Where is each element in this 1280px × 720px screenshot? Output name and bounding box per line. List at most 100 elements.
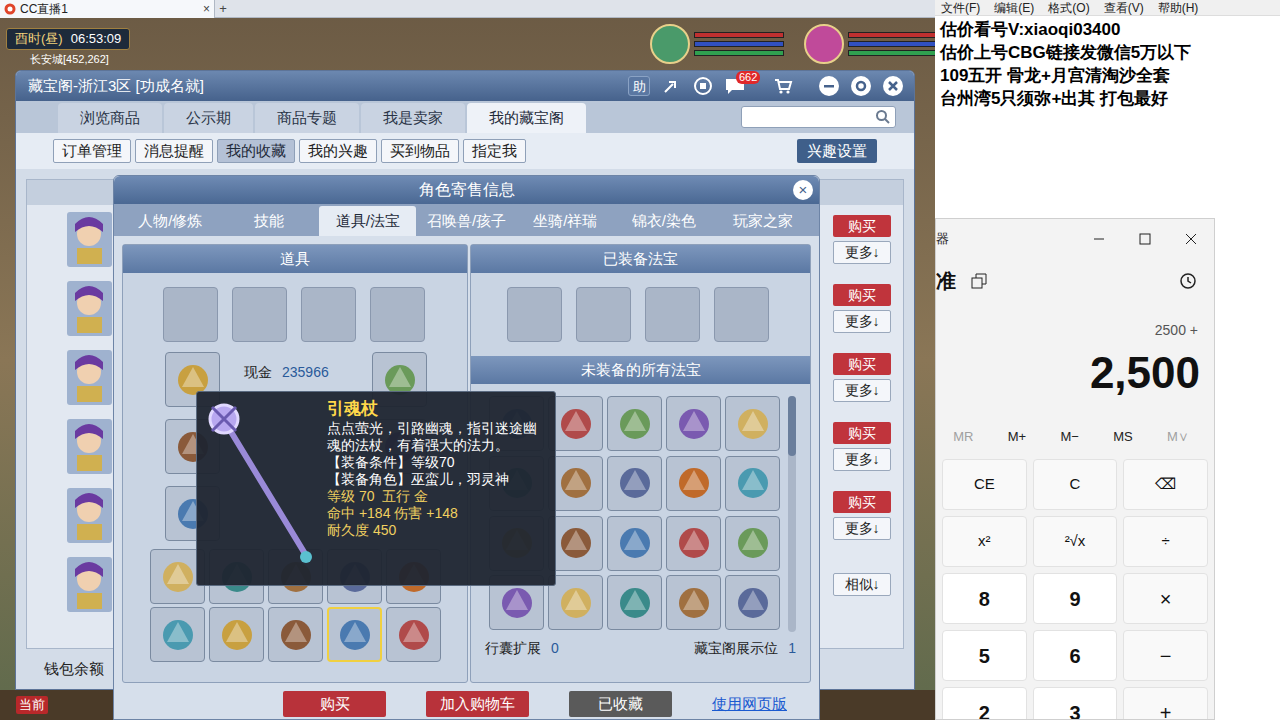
more-button[interactable]: 更多↓ xyxy=(833,379,891,402)
dialog-tab[interactable]: 道具/法宝 xyxy=(319,206,416,236)
notepad-text[interactable]: 估价看号V:xiaoqi03400估价上号CBG链接发微信5万以下109五开 骨… xyxy=(935,16,1280,110)
item-slot[interactable] xyxy=(725,456,780,511)
action-button[interactable]: 购买 xyxy=(283,691,386,717)
menu-item[interactable]: 格式(O) xyxy=(1048,0,1089,15)
maximize-icon[interactable] xyxy=(1122,219,1168,259)
search-icon[interactable] xyxy=(875,109,891,125)
main-tab[interactable]: 商品专题 xyxy=(255,103,359,133)
dialog-tab[interactable]: 召唤兽/孩子 xyxy=(418,206,515,236)
item-slot[interactable] xyxy=(548,456,603,511)
menu-item[interactable]: 帮助(H) xyxy=(1158,0,1199,15)
buy-button[interactable]: 购买 xyxy=(833,353,891,375)
dialog-tab[interactable]: 锦衣/染色 xyxy=(616,206,713,236)
memory-button[interactable]: MS xyxy=(1113,427,1133,447)
tab-close-button[interactable]: × xyxy=(203,1,210,17)
menu-item[interactable]: 文件(F) xyxy=(941,0,980,15)
dialog-close-button[interactable]: × xyxy=(793,180,813,200)
item-slot[interactable] xyxy=(607,396,662,451)
avatar-icon[interactable] xyxy=(67,488,112,543)
new-tab-button[interactable]: + xyxy=(215,0,231,17)
calc-key[interactable]: 3 xyxy=(1033,687,1118,720)
stop-icon[interactable] xyxy=(692,75,714,97)
buy-button[interactable]: 购买 xyxy=(833,422,891,444)
channel-button[interactable]: 当前 xyxy=(16,696,48,714)
settings-icon[interactable] xyxy=(850,75,872,97)
memory-button[interactable]: M+ xyxy=(1008,427,1026,447)
calc-key[interactable]: 5 xyxy=(942,630,1027,681)
item-slot[interactable] xyxy=(327,607,382,662)
calc-key[interactable]: CE xyxy=(942,459,1027,510)
sub-tab[interactable]: 订单管理 xyxy=(53,139,131,164)
close-icon[interactable] xyxy=(1168,219,1214,259)
sub-tab[interactable]: 我的兴趣 xyxy=(299,139,377,164)
item-slot[interactable] xyxy=(666,516,721,571)
calc-key[interactable]: ²√x xyxy=(1033,516,1118,567)
item-slot[interactable] xyxy=(725,575,780,630)
item-slot[interactable] xyxy=(666,575,721,630)
dialog-tab[interactable]: 人物/修炼 xyxy=(122,206,219,236)
calc-key[interactable]: 9 xyxy=(1033,573,1118,624)
avatar-icon[interactable] xyxy=(67,281,112,336)
scroll-thumb[interactable] xyxy=(788,396,796,456)
more-button[interactable]: 更多↓ xyxy=(833,448,891,471)
minimize-icon[interactable] xyxy=(818,75,840,97)
share-icon[interactable] xyxy=(660,75,682,97)
main-tab[interactable]: 公示期 xyxy=(164,103,253,133)
party-member[interactable] xyxy=(804,24,935,64)
more-button[interactable]: 更多↓ xyxy=(833,241,891,264)
calc-key[interactable]: ⌫ xyxy=(1123,459,1208,510)
sub-tab[interactable]: 我的收藏 xyxy=(217,139,295,164)
item-slot[interactable] xyxy=(607,516,662,571)
more-button[interactable]: 更多↓ xyxy=(833,517,891,540)
close-icon[interactable] xyxy=(882,75,904,97)
buy-button[interactable]: 购买 xyxy=(833,215,891,237)
menu-item[interactable]: 编辑(E) xyxy=(994,0,1034,15)
memory-button[interactable]: M− xyxy=(1060,427,1078,447)
calc-key[interactable]: C xyxy=(1033,459,1118,510)
main-tab[interactable]: 浏览商品 xyxy=(58,103,162,133)
main-tab[interactable]: 我是卖家 xyxy=(361,103,465,133)
cart-icon[interactable] xyxy=(772,75,794,97)
item-slot[interactable] xyxy=(386,607,441,662)
avatar-icon[interactable] xyxy=(67,419,112,474)
action-button[interactable]: 加入购物车 xyxy=(426,691,529,717)
item-slot[interactable] xyxy=(666,456,721,511)
menu-item[interactable]: 查看(V) xyxy=(1104,0,1144,15)
dialog-tab[interactable]: 玩家之家 xyxy=(714,206,811,236)
sub-tab[interactable]: 买到物品 xyxy=(381,139,459,164)
item-slot[interactable] xyxy=(725,396,780,451)
calc-key[interactable]: − xyxy=(1123,630,1208,681)
scrollbar[interactable] xyxy=(788,396,796,632)
calc-key[interactable]: 8 xyxy=(942,573,1027,624)
item-slot[interactable] xyxy=(607,456,662,511)
item-slot[interactable] xyxy=(666,396,721,451)
avatar-icon[interactable] xyxy=(67,212,112,267)
action-button[interactable]: 已收藏 xyxy=(569,691,672,717)
minimize-icon[interactable] xyxy=(1076,219,1122,259)
calc-key[interactable]: × xyxy=(1123,573,1208,624)
search-field[interactable] xyxy=(741,106,896,128)
similar-button[interactable]: 相似↓ xyxy=(833,573,891,596)
help-button[interactable]: 助 xyxy=(628,76,650,96)
dialog-tab[interactable]: 技能 xyxy=(221,206,318,236)
calc-key[interactable]: 6 xyxy=(1033,630,1118,681)
calc-key[interactable]: 2 xyxy=(942,687,1027,720)
calc-key[interactable]: x² xyxy=(942,516,1027,567)
more-button[interactable]: 更多↓ xyxy=(833,310,891,333)
buy-button[interactable]: 购买 xyxy=(833,491,891,513)
keep-on-top-icon[interactable] xyxy=(970,272,988,290)
item-slot[interactable] xyxy=(548,396,603,451)
interest-settings-button[interactable]: 兴趣设置 xyxy=(797,139,877,163)
item-slot[interactable] xyxy=(209,607,264,662)
browser-tab[interactable]: CC直播1× xyxy=(0,0,215,18)
buy-button[interactable]: 购买 xyxy=(833,284,891,306)
item-slot[interactable] xyxy=(725,516,780,571)
history-icon[interactable] xyxy=(1178,271,1198,291)
sub-tab[interactable]: 指定我 xyxy=(463,139,526,164)
messages-button[interactable]: 662 xyxy=(724,75,752,97)
item-slot[interactable] xyxy=(268,607,323,662)
item-slot[interactable] xyxy=(607,575,662,630)
dialog-tab[interactable]: 坐骑/祥瑞 xyxy=(517,206,614,236)
sub-tab[interactable]: 消息提醒 xyxy=(135,139,213,164)
avatar-icon[interactable] xyxy=(67,350,112,405)
